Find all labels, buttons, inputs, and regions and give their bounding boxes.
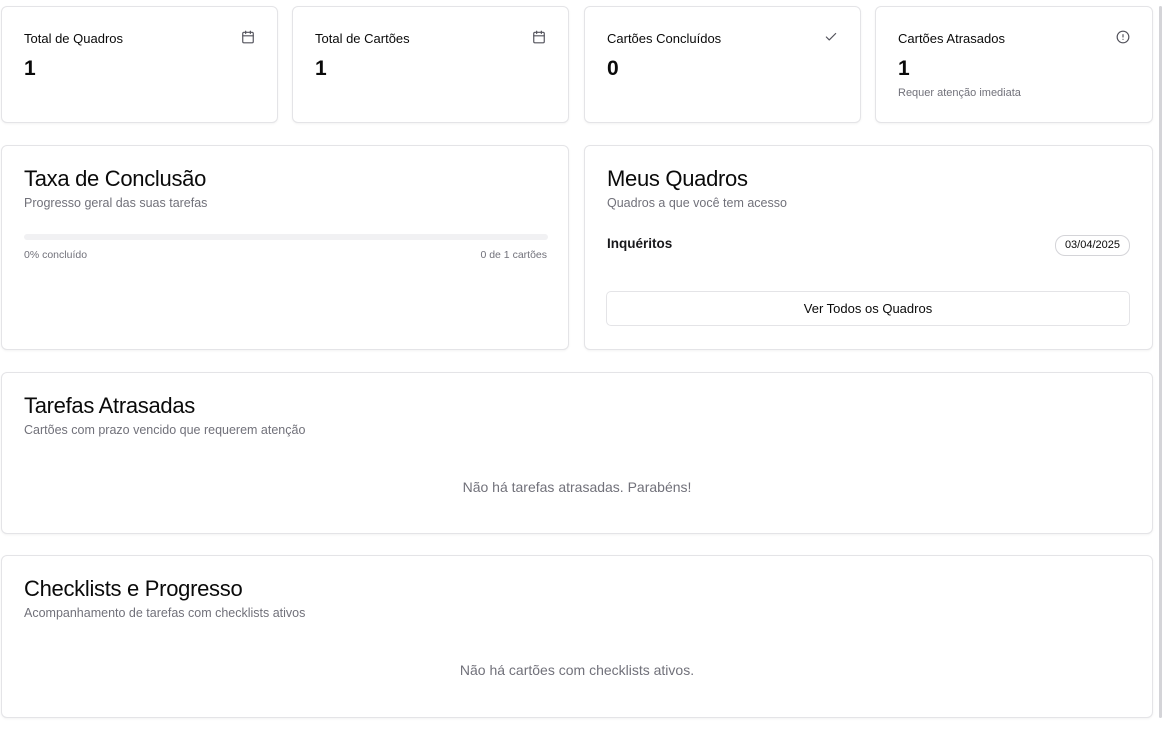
stat-label: Total de Quadros <box>24 31 124 46</box>
stat-card-total-cards: Total de Cartões 1 <box>292 6 569 123</box>
stat-label: Cartões Concluídos <box>607 31 722 46</box>
overdue-tasks-card: Tarefas Atrasadas Cartões com prazo venc… <box>1 372 1153 534</box>
view-all-boards-button[interactable]: Ver Todos os Quadros <box>606 291 1130 326</box>
stat-label: Total de Cartões <box>315 31 410 46</box>
calendar-icon <box>241 30 255 44</box>
section-title: Tarefas Atrasadas <box>24 393 195 418</box>
progress-bar <box>24 234 548 240</box>
section-description: Acompanhamento de tarefas com checklists… <box>24 606 306 620</box>
completion-rate-card: Taxa de Conclusão Progresso geral das su… <box>1 145 569 350</box>
progress-count-label: 0 de 1 cartões <box>480 249 547 261</box>
stat-value: 0 <box>607 57 619 80</box>
calendar-icon <box>532 30 546 44</box>
stat-subtext: Requer atenção imediata <box>898 87 1021 99</box>
section-description: Quadros a que você tem acesso <box>607 196 787 210</box>
section-title: Checklists e Progresso <box>24 576 243 601</box>
alert-circle-icon <box>1116 30 1130 44</box>
stat-label: Cartões Atrasados <box>898 31 1005 46</box>
stat-card-overdue-cards: Cartões Atrasados 1 Requer atenção imedi… <box>875 6 1153 123</box>
empty-state-message: Não há cartões com checklists ativos. <box>459 662 695 678</box>
stat-value: 1 <box>24 57 36 80</box>
section-title: Taxa de Conclusão <box>24 166 207 191</box>
my-boards-card: Meus Quadros Quadros a que você tem aces… <box>584 145 1153 350</box>
scrollbar[interactable] <box>1159 6 1162 718</box>
empty-state-message: Não há tarefas atrasadas. Parabéns! <box>462 479 692 495</box>
stat-value: 1 <box>898 57 910 80</box>
section-description: Progresso geral das suas tarefas <box>24 196 208 210</box>
progress-percent-label: 0% concluído <box>24 249 88 261</box>
board-date-badge: 03/04/2025 <box>1054 235 1130 256</box>
section-title: Meus Quadros <box>607 166 748 191</box>
check-icon <box>824 30 838 44</box>
stat-card-completed-cards: Cartões Concluídos 0 <box>584 6 861 123</box>
checklists-progress-card: Checklists e Progresso Acompanhamento de… <box>1 555 1153 718</box>
board-item-name[interactable]: Inquéritos <box>607 236 672 251</box>
section-description: Cartões com prazo vencido que requerem a… <box>24 423 306 437</box>
stat-value: 1 <box>315 57 327 80</box>
stat-card-total-boards: Total de Quadros 1 <box>1 6 278 123</box>
